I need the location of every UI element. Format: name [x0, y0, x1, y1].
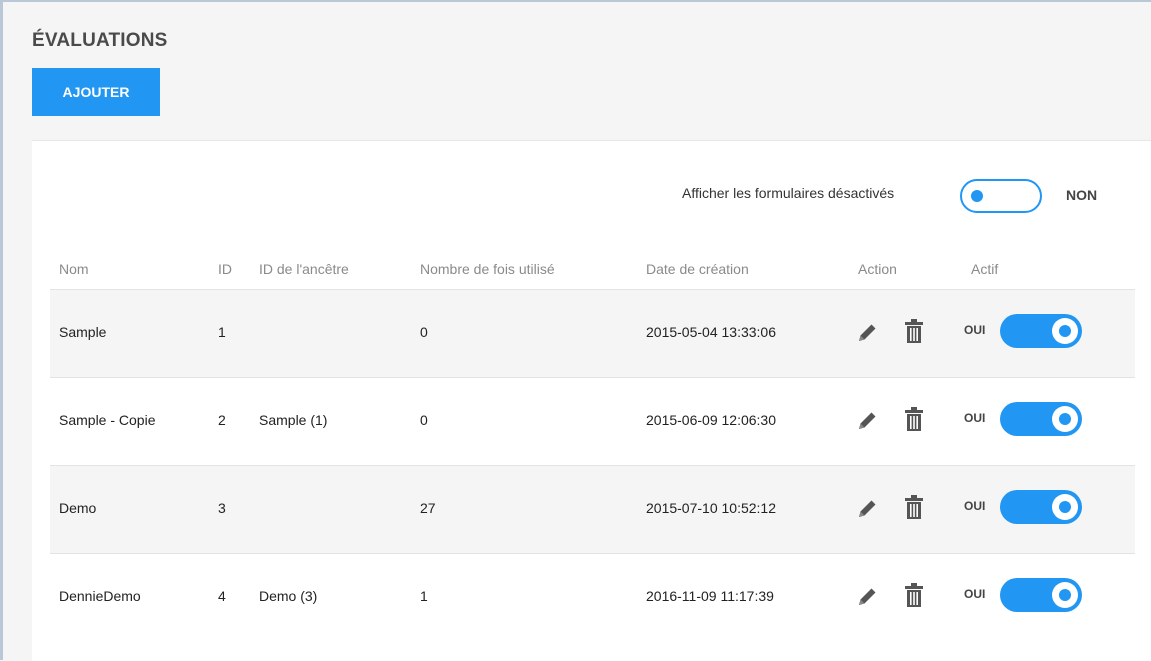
active-toggle[interactable] — [1000, 314, 1082, 348]
active-toggle[interactable] — [1000, 490, 1082, 524]
toggle-knob — [971, 190, 983, 202]
row-ancestor: Demo (3) — [259, 588, 318, 604]
show-disabled-value: NON — [1066, 187, 1098, 203]
row-ancestor: Sample (1) — [259, 412, 328, 428]
row-created: 2015-07-10 10:52:12 — [646, 500, 776, 516]
trash-icon[interactable] — [903, 406, 925, 432]
column-header-uses[interactable]: Nombre de fois utilisé — [420, 261, 555, 277]
row-name: Demo — [59, 500, 97, 516]
toggle-knob — [1052, 582, 1078, 608]
column-header-created[interactable]: Date de création — [646, 261, 749, 277]
active-label: OUI — [964, 323, 986, 337]
toggle-knob — [1052, 406, 1078, 432]
active-label: OUI — [964, 499, 986, 513]
row-id: 3 — [218, 500, 226, 516]
window-top-border — [0, 0, 1151, 2]
table-row: Demo 3 27 2015-07-10 10:52:12 OUI — [50, 465, 1135, 553]
active-toggle[interactable] — [1000, 402, 1082, 436]
active-toggle[interactable] — [1000, 578, 1082, 612]
table-row: DennieDemo 4 Demo (3) 1 2016-11-09 11:17… — [50, 553, 1135, 641]
add-button[interactable]: AJOUTER — [32, 68, 160, 116]
column-header-name[interactable]: Nom — [59, 261, 89, 277]
trash-icon[interactable] — [903, 582, 925, 608]
active-label: OUI — [964, 587, 986, 601]
forms-panel: Afficher les formulaires désactivés NON … — [32, 140, 1151, 661]
row-id: 2 — [218, 412, 226, 428]
row-uses: 1 — [420, 588, 428, 604]
trash-icon[interactable] — [903, 318, 925, 344]
column-header-action: Action — [858, 261, 897, 277]
table-row: Sample - Copie 2 Sample (1) 0 2015-06-09… — [50, 377, 1135, 465]
row-name: DennieDemo — [59, 588, 141, 604]
row-created: 2016-11-09 11:17:39 — [646, 588, 774, 604]
row-created: 2015-06-09 12:06:30 — [646, 412, 776, 428]
window-left-border — [0, 0, 3, 660]
column-header-active: Actif — [971, 261, 999, 277]
row-id: 1 — [218, 324, 226, 340]
pencil-icon[interactable] — [856, 408, 880, 432]
trash-icon[interactable] — [903, 494, 925, 520]
show-disabled-toggle[interactable] — [960, 179, 1042, 213]
row-id: 4 — [218, 588, 226, 604]
table-row: Sample 1 0 2015-05-04 13:33:06 OUI — [50, 289, 1135, 377]
column-header-ancestor[interactable]: ID de l'ancêtre — [259, 261, 349, 277]
pencil-icon[interactable] — [856, 584, 880, 608]
row-uses: 27 — [420, 500, 436, 516]
active-label: OUI — [964, 411, 986, 425]
pencil-icon[interactable] — [856, 320, 880, 344]
row-uses: 0 — [420, 412, 428, 428]
row-name: Sample - Copie — [59, 412, 156, 428]
toggle-knob — [1052, 318, 1078, 344]
column-header-id[interactable]: ID — [218, 261, 232, 277]
page-title: ÉVALUATIONS — [32, 30, 168, 51]
show-disabled-label: Afficher les formulaires désactivés — [682, 185, 895, 201]
row-uses: 0 — [420, 324, 428, 340]
row-name: Sample — [59, 324, 107, 340]
row-created: 2015-05-04 13:33:06 — [646, 324, 776, 340]
pencil-icon[interactable] — [856, 496, 880, 520]
toggle-knob — [1052, 494, 1078, 520]
